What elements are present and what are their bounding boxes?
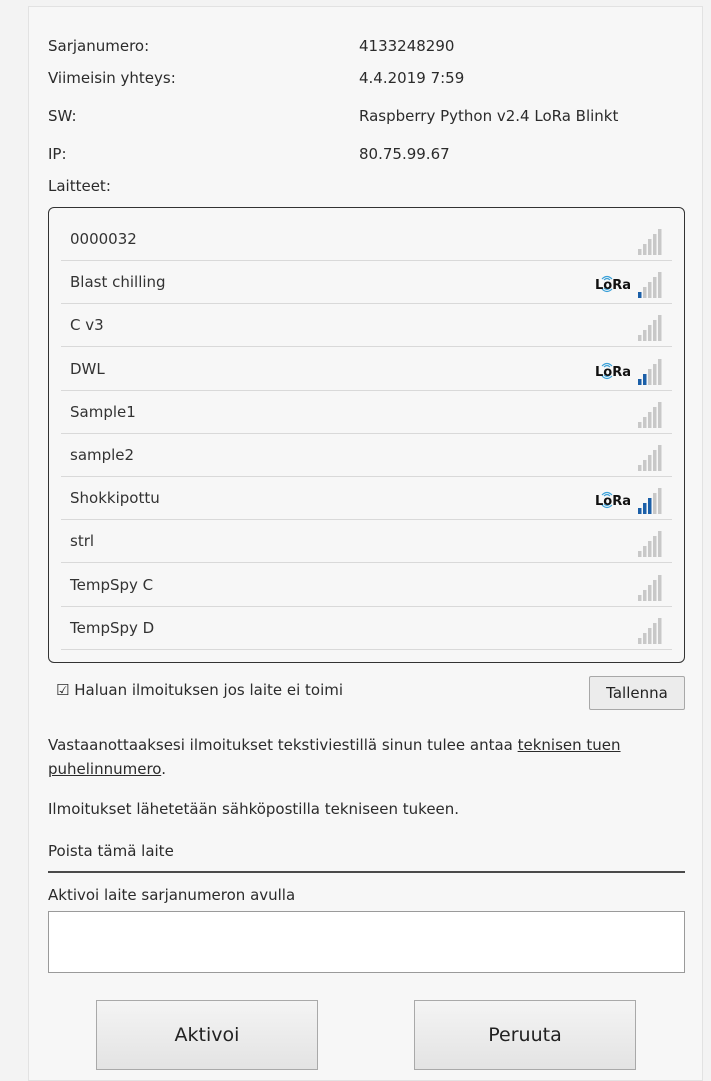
signal-strength-icon bbox=[638, 358, 662, 385]
ip-value: 80.75.99.67 bbox=[359, 145, 450, 163]
device-name: Sample1 bbox=[70, 402, 136, 421]
divider bbox=[48, 871, 685, 873]
notify-label: Haluan ilmoituksen jos laite ei toimi bbox=[74, 681, 344, 699]
lora-text: LoRa bbox=[595, 278, 631, 294]
sms-note-end: . bbox=[161, 760, 166, 778]
info-row-serial: Sarjanumero: 4133248290 bbox=[48, 34, 688, 58]
device-row[interactable]: 0000032LoRa bbox=[61, 218, 672, 261]
device-row[interactable]: TempSpy DLoRa bbox=[61, 607, 672, 650]
signal-strength-icon bbox=[638, 229, 662, 255]
cancel-button[interactable]: Peruuta bbox=[414, 1000, 636, 1070]
lora-icon: LoRa bbox=[595, 491, 631, 509]
email-note: Ilmoitukset lähetetään sähköpostilla tek… bbox=[48, 800, 460, 818]
last-connection-value: 4.4.2019 7:59 bbox=[359, 69, 465, 87]
notify-checkbox-row[interactable]: ☑ Haluan ilmoituksen jos laite ei toimi bbox=[56, 678, 343, 702]
ip-label: IP: bbox=[48, 145, 67, 163]
sms-note: Vastaanottaaksesi ilmoitukset tekstivies… bbox=[48, 733, 688, 781]
device-row[interactable]: C v3LoRa bbox=[61, 304, 672, 348]
device-name: DWL bbox=[70, 359, 105, 378]
device-row[interactable]: DWL LoRa bbox=[61, 348, 672, 391]
signal-strength-icon bbox=[638, 315, 662, 342]
device-name: C v3 bbox=[70, 316, 104, 335]
device-name: strl bbox=[70, 532, 95, 551]
device-row[interactable]: Blast chilling LoRa bbox=[61, 261, 672, 305]
device-row[interactable]: sample2LoRa bbox=[61, 434, 672, 477]
save-button[interactable]: Tallenna bbox=[589, 676, 685, 710]
signal-strength-icon bbox=[638, 617, 662, 644]
signal-strength-icon bbox=[638, 531, 662, 558]
device-name: TempSpy D bbox=[70, 618, 155, 637]
checkbox-icon[interactable]: ☑ bbox=[56, 681, 69, 699]
signal-strength-icon bbox=[638, 574, 662, 601]
device-row[interactable]: Sample1LoRa bbox=[61, 391, 672, 434]
info-row-last-connection: Viimeisin yhteys: 4.4.2019 7:59 bbox=[48, 66, 688, 90]
info-row-ip: IP: 80.75.99.67 bbox=[48, 142, 688, 166]
device-name: sample2 bbox=[70, 446, 135, 464]
signal-strength-icon bbox=[638, 272, 662, 299]
device-row[interactable]: TempSpy CLoRa bbox=[61, 564, 672, 607]
lora-icon: LoRa bbox=[595, 362, 631, 380]
device-name: Shokkipottu bbox=[70, 489, 160, 508]
remove-device-link[interactable]: Poista tämä laite bbox=[48, 839, 174, 863]
serial-label: Sarjanumero: bbox=[48, 37, 150, 55]
activate-button[interactable]: Aktivoi bbox=[96, 1000, 318, 1070]
device-name: 0000032 bbox=[70, 230, 137, 248]
devices-label: Laitteet: bbox=[48, 177, 111, 195]
lora-text: LoRa bbox=[595, 364, 631, 380]
serial-value: 4133248290 bbox=[359, 37, 455, 55]
device-row[interactable]: Shokkipottu LoRa bbox=[61, 477, 672, 521]
info-row-sw: SW: Raspberry Python v2.4 LoRa Blinkt bbox=[48, 104, 688, 128]
activate-label: Aktivoi laite sarjanumeron avulla bbox=[48, 886, 296, 904]
device-row[interactable]: strlLoRa bbox=[61, 520, 672, 564]
serial-input[interactable] bbox=[48, 911, 685, 973]
device-name: Blast chilling bbox=[70, 273, 166, 292]
lora-icon: LoRa bbox=[595, 275, 631, 293]
sms-note-text: Vastaanottaaksesi ilmoitukset tekstivies… bbox=[48, 736, 518, 754]
signal-strength-icon bbox=[638, 401, 662, 428]
last-connection-label: Viimeisin yhteys: bbox=[48, 69, 176, 87]
sw-label: SW: bbox=[48, 107, 77, 125]
signal-strength-icon bbox=[638, 488, 662, 515]
sw-value: Raspberry Python v2.4 LoRa Blinkt bbox=[359, 107, 619, 125]
device-name: TempSpy C bbox=[70, 575, 154, 594]
device-list[interactable]: 0000032LoRaBlast chillingLoRaC v3LoRaDWL… bbox=[48, 207, 685, 663]
lora-text: LoRa bbox=[595, 494, 631, 510]
signal-strength-icon bbox=[638, 445, 662, 471]
